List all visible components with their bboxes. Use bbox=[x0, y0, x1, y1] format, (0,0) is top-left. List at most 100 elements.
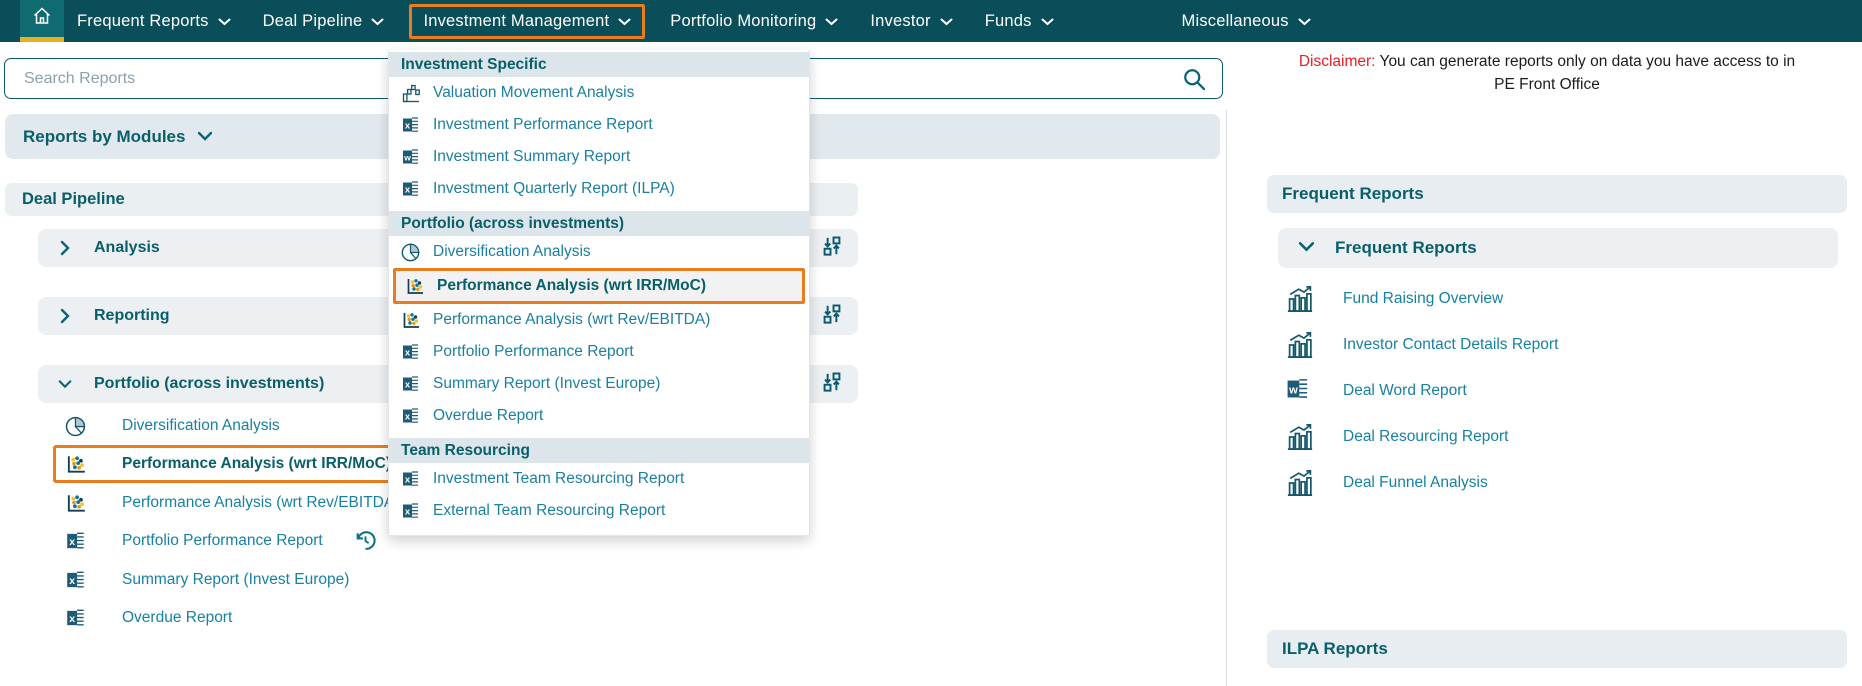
disclaimer-line1: Disclaimer: You can generate reports onl… bbox=[1240, 50, 1854, 73]
report-link[interactable]: Overdue Report bbox=[122, 609, 232, 627]
report-link[interactable]: Investor Contact Details Report bbox=[1343, 336, 1558, 354]
bar-chart-icon bbox=[1285, 422, 1315, 457]
report-link[interactable]: Summary Report (Invest Europe) bbox=[122, 571, 349, 589]
chevron-down-icon bbox=[1041, 12, 1054, 31]
word-icon: w bbox=[400, 147, 422, 167]
dropdown-item-label: Investment Summary Report bbox=[433, 148, 630, 166]
dropdown-item-label: Valuation Movement Analysis bbox=[433, 84, 634, 102]
chevron-right-icon bbox=[58, 308, 72, 324]
excel-icon: x bbox=[400, 179, 422, 199]
ilpa-reports-header-label: ILPA Reports bbox=[1282, 639, 1388, 659]
svg-text:x: x bbox=[405, 507, 411, 518]
report-link[interactable]: Performance Analysis (wrt Rev/EBITDA) bbox=[122, 494, 399, 512]
history-icon[interactable] bbox=[353, 528, 378, 558]
chevron-down-icon bbox=[58, 379, 72, 389]
chevron-down-icon bbox=[825, 12, 838, 31]
svg-text:x: x bbox=[69, 537, 75, 548]
bar-chart-icon bbox=[1285, 284, 1315, 319]
report-link[interactable]: Diversification Analysis bbox=[122, 417, 280, 435]
nav-item-label: Portfolio Monitoring bbox=[670, 12, 816, 31]
dropdown-item-label: Performance Analysis (wrt IRR/MoC) bbox=[437, 277, 706, 295]
dropdown-menu-item[interactable]: x Overdue Report bbox=[389, 400, 809, 432]
report-link[interactable]: Deal Funnel Analysis bbox=[1343, 474, 1488, 492]
chevron-down-icon bbox=[618, 12, 631, 31]
frequent-reports-section-header: Frequent Reports bbox=[1267, 175, 1847, 213]
list-item: Deal Funnel Analysis bbox=[1278, 460, 1838, 506]
svg-text:w: w bbox=[403, 152, 411, 162]
swap-vert-icon[interactable] bbox=[820, 302, 844, 331]
nav-item-investor[interactable]: Investor bbox=[870, 12, 952, 31]
dropdown-menu-item[interactable]: Performance Analysis (wrt IRR/MoC) bbox=[393, 268, 805, 304]
nav-item-miscellaneous[interactable]: Miscellaneous bbox=[1182, 12, 1311, 31]
list-item: Fund Raising Overview bbox=[1278, 276, 1838, 322]
nav-item-funds[interactable]: Funds bbox=[985, 12, 1054, 31]
swap-vert-icon[interactable] bbox=[820, 370, 844, 399]
nav-item-portfolio-monitoring[interactable]: Portfolio Monitoring bbox=[670, 12, 838, 31]
svg-text:x: x bbox=[405, 121, 411, 132]
reports-by-modules-label: Reports by Modules bbox=[23, 127, 185, 147]
excel-icon: x bbox=[400, 406, 422, 426]
dropdown-menu-item[interactable]: Performance Analysis (wrt Rev/EBITDA) bbox=[389, 304, 809, 336]
dropdown-menu-item[interactable]: w Investment Summary Report bbox=[389, 141, 809, 173]
nav-item-label: Funds bbox=[985, 12, 1032, 31]
nav-item-investment-management[interactable]: Investment Management bbox=[409, 4, 645, 39]
dropdown-section-header: Portfolio (across investments) bbox=[389, 211, 809, 236]
dropdown-menu-item[interactable]: x Portfolio Performance Report bbox=[389, 336, 809, 368]
top-nav-bar: Frequent Reports Deal Pipeline Investment … bbox=[0, 0, 1862, 42]
svg-text:x: x bbox=[69, 614, 75, 625]
deal-pipeline-label: Deal Pipeline bbox=[22, 190, 125, 209]
waterfall-chart-icon bbox=[400, 82, 422, 104]
list-item: wDeal Word Report bbox=[1278, 368, 1838, 414]
disclaimer-line2: PE Front Office bbox=[1240, 73, 1854, 96]
nav-item-label: Miscellaneous bbox=[1182, 12, 1289, 31]
scatter-chart-icon bbox=[400, 310, 422, 330]
dropdown-item-label: Summary Report (Invest Europe) bbox=[433, 375, 660, 393]
nav-item-deal-pipeline[interactable]: Deal Pipeline bbox=[263, 12, 385, 31]
report-link[interactable]: Deal Resourcing Report bbox=[1343, 428, 1508, 446]
dropdown-menu-item[interactable]: xInvestment Performance Report bbox=[389, 109, 809, 141]
pie-chart-icon bbox=[62, 414, 90, 438]
dropdown-menu-item[interactable]: x External Team Resourcing Report bbox=[389, 495, 809, 527]
scatter-chart-icon bbox=[404, 276, 426, 296]
chevron-down-icon bbox=[940, 12, 953, 31]
report-link[interactable]: Performance Analysis (wrt IRR/MoC) bbox=[122, 455, 391, 473]
disclaimer-label: Disclaimer: bbox=[1299, 53, 1376, 70]
nav-item-frequent-reports[interactable]: Frequent Reports bbox=[77, 12, 231, 31]
pie-chart-icon bbox=[400, 241, 422, 263]
excel-icon: x bbox=[400, 501, 422, 521]
swap-vert-icon[interactable] bbox=[820, 234, 844, 263]
chevron-down-icon bbox=[371, 12, 384, 31]
home-button[interactable] bbox=[20, 0, 64, 42]
list-item: x Overdue Report bbox=[38, 599, 868, 637]
report-link[interactable]: Deal Word Report bbox=[1343, 382, 1467, 400]
dropdown-item-label: Diversification Analysis bbox=[433, 243, 591, 261]
dropdown-item-label: Portfolio Performance Report bbox=[433, 343, 634, 361]
frequent-reports-accordion[interactable]: Frequent Reports bbox=[1278, 228, 1838, 268]
report-link[interactable]: Portfolio Performance Report bbox=[122, 532, 323, 550]
dropdown-item-label: Overdue Report bbox=[433, 407, 543, 425]
dropdown-menu-item[interactable]: Valuation Movement Analysis bbox=[389, 77, 809, 109]
bar-chart-icon bbox=[1285, 330, 1315, 365]
nav-item-label: Deal Pipeline bbox=[263, 12, 363, 31]
excel-icon: x bbox=[400, 342, 422, 362]
dropdown-menu-item[interactable]: x Summary Report (Invest Europe) bbox=[389, 368, 809, 400]
search-icon[interactable] bbox=[1181, 66, 1208, 98]
dropdown-menu-item[interactable]: Diversification Analysis bbox=[389, 236, 809, 268]
report-link[interactable]: Fund Raising Overview bbox=[1343, 290, 1503, 308]
excel-icon: x bbox=[400, 115, 422, 135]
nav-menu: Frequent Reports Deal Pipeline Investment … bbox=[64, 0, 1311, 42]
bar-chart-icon bbox=[1285, 468, 1315, 503]
excel-icon: x bbox=[62, 530, 90, 552]
dropdown-menu-item[interactable]: xInvestment Team Resourcing Report bbox=[389, 463, 809, 495]
investment-management-dropdown: Investment SpecificValuation Movement An… bbox=[388, 50, 810, 536]
vertical-divider bbox=[1226, 110, 1227, 686]
excel-icon: x bbox=[400, 374, 422, 394]
list-item: Investor Contact Details Report bbox=[1278, 322, 1838, 368]
dropdown-menu-item[interactable]: xInvestment Quarterly Report (ILPA) bbox=[389, 173, 809, 205]
list-item: Deal Resourcing Report bbox=[1278, 414, 1838, 460]
excel-icon: x bbox=[62, 569, 90, 591]
nav-item-label: Investment Management bbox=[423, 12, 609, 31]
ilpa-reports-section-header: ILPA Reports bbox=[1267, 630, 1847, 668]
dropdown-item-label: External Team Resourcing Report bbox=[433, 502, 665, 520]
scatter-chart-icon bbox=[62, 492, 90, 514]
